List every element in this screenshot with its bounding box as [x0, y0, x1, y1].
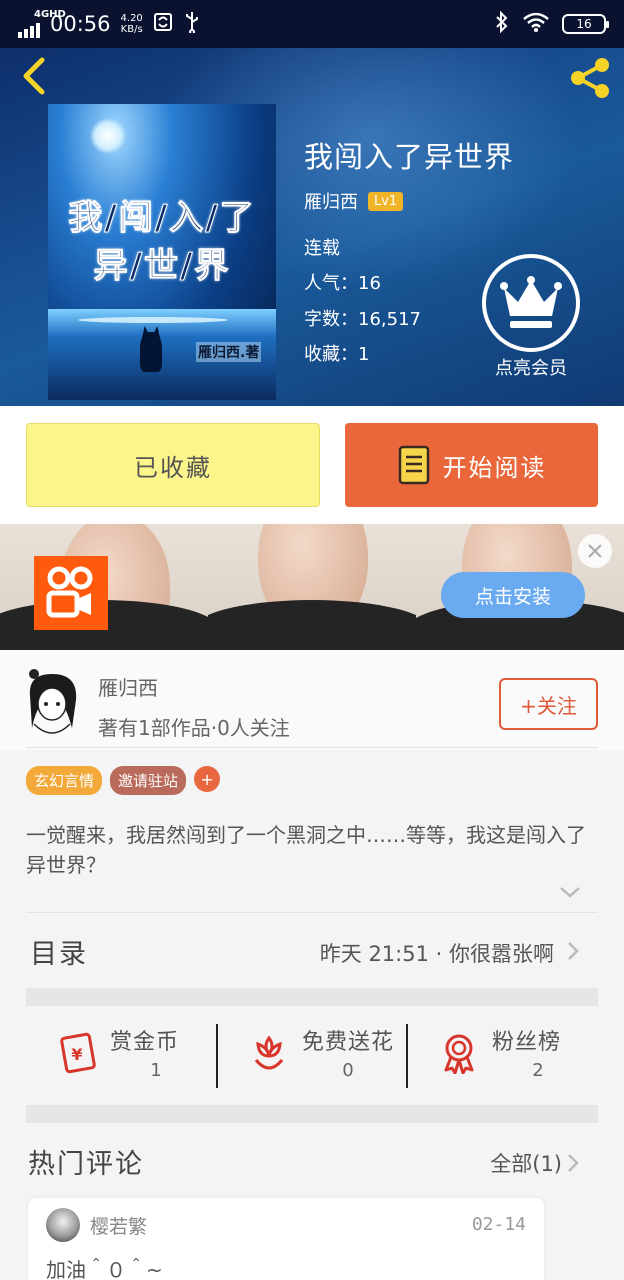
divider: [26, 747, 598, 748]
send-flower-label: 免费送花: [302, 1030, 395, 1055]
cover-title-line1: 我/闯/入/了: [68, 198, 256, 239]
network-type: 4GHD: [34, 9, 66, 20]
comment-date: 02-14: [471, 1214, 526, 1235]
book-title: 我闯入了异世界: [304, 140, 515, 174]
tag-invite[interactable]: 邀请驻站: [110, 766, 187, 795]
vip-button[interactable]: [482, 254, 580, 352]
section-separator: [26, 1105, 598, 1123]
comment-text: 加油＾０＾~: [46, 1258, 163, 1280]
book-author-row: 雁归西 Lv1: [304, 188, 404, 214]
book-word-count: 字数：16,517: [304, 309, 421, 330]
start-reading-button[interactable]: 开始阅读: [345, 423, 598, 507]
author-card: 雁归西 著有1部作品·0人关注 +关注: [0, 650, 624, 750]
tag-list: 玄幻言情 邀请驻站 +: [26, 766, 221, 795]
favorite-label: 已收藏: [134, 453, 212, 482]
chevron-right-icon: [568, 942, 579, 960]
fan-ranking-count: 2: [532, 1060, 544, 1081]
reward-coins-button[interactable]: ¥ 赏金币 1: [26, 1006, 216, 1104]
share-button[interactable]: [566, 54, 614, 102]
kuaishou-logo: [34, 556, 108, 630]
book-cover[interactable]: 我/闯/入/了 异/世/界 雁归西.著: [48, 104, 276, 400]
red-envelope-icon: ¥: [60, 1032, 96, 1074]
crown-icon: [500, 276, 562, 328]
share-icon: [571, 58, 609, 98]
chevron-right-icon[interactable]: [566, 1152, 580, 1174]
author-avatar[interactable]: [20, 666, 84, 738]
flower-icon: [254, 1035, 284, 1070]
tag-genre[interactable]: 玄幻言情: [26, 766, 103, 795]
book-author[interactable]: 雁归西: [304, 188, 358, 214]
usb-icon: [183, 11, 201, 38]
book-synopsis: 一觉醒来，我居然闯到了一个黑洞之中……等等，我这是闯入了异世界？: [26, 823, 586, 877]
action-bar: 已收藏 开始阅读: [0, 406, 624, 524]
ad-close-button[interactable]: [578, 534, 612, 568]
reward-coins-label: 赏金币: [110, 1030, 180, 1055]
book-icon: [398, 445, 429, 485]
network-speed: 4.20 KB/s: [120, 13, 143, 35]
follow-button[interactable]: +关注: [499, 678, 598, 730]
latest-chapter: 昨天 21:51 · 你很嚣张啊: [319, 942, 554, 966]
section-separator: [26, 988, 598, 1006]
author-works-info: 著有1部作品·0人关注: [98, 716, 290, 740]
signal-icon: [18, 20, 40, 38]
toc-title: 目录: [30, 939, 88, 970]
book-status: 连载: [304, 238, 340, 259]
battery-indicator: 16: [562, 14, 609, 34]
send-flower-count: 0: [342, 1060, 354, 1081]
send-flower-button[interactable]: 免费送花 0: [218, 1006, 408, 1104]
all-comments-link[interactable]: 全部(1): [490, 1148, 562, 1178]
follow-label: +关注: [520, 693, 577, 718]
level-badge: Lv1: [368, 191, 404, 211]
screenshot-icon: [153, 12, 173, 37]
favorite-button[interactable]: 已收藏: [26, 423, 320, 507]
status-bar: 4GHD 00:56 4.20 KB/s 16: [0, 0, 624, 48]
commenter-avatar[interactable]: [46, 1208, 80, 1242]
table-of-contents-row[interactable]: 目录 昨天 21:51 · 你很嚣张啊: [0, 912, 624, 988]
close-icon: [588, 544, 602, 558]
ad-banner[interactable]: 点击安装: [0, 524, 624, 650]
commenter-name[interactable]: 樱若繁: [90, 1212, 147, 1239]
cover-title-line2: 异/世/界: [93, 246, 231, 287]
fan-ranking-button[interactable]: 粉丝榜 2: [408, 1006, 598, 1104]
hot-comments-title: 热门评论: [28, 1149, 144, 1180]
reward-coins-count: 1: [150, 1060, 162, 1081]
install-label: 点击安装: [474, 585, 551, 608]
add-tag-button[interactable]: +: [194, 766, 221, 792]
start-reading-label: 开始阅读: [442, 453, 547, 482]
install-button[interactable]: 点击安装: [441, 572, 585, 618]
back-button[interactable]: [14, 56, 54, 96]
book-header: 我/闯/入/了 异/世/界 雁归西.著 我闯入了异世界 雁归西 Lv1 连载 人…: [0, 48, 624, 406]
fan-ranking-label: 粉丝榜: [492, 1030, 562, 1055]
chevron-down-icon: [560, 887, 580, 898]
author-name[interactable]: 雁归西: [98, 672, 158, 701]
wifi-icon: [522, 12, 550, 37]
vip-label: 点亮会员: [495, 358, 567, 379]
chevron-left-icon: [23, 57, 45, 95]
book-popularity: 人气：16: [304, 273, 381, 294]
book-favorites: 收藏：1: [304, 344, 370, 365]
medal-icon: [444, 1034, 474, 1074]
rewards-bar: ¥ 赏金币 1 免费送花 0 粉丝榜 2: [26, 1006, 598, 1104]
comment-card[interactable]: 樱若繁 02-14 加油＾０＾~: [28, 1198, 544, 1280]
svg-text:¥: ¥: [71, 1045, 82, 1064]
bluetooth-icon: [494, 10, 510, 38]
cover-author-mark: 雁归西.著: [196, 342, 262, 362]
expand-button[interactable]: [558, 884, 582, 898]
